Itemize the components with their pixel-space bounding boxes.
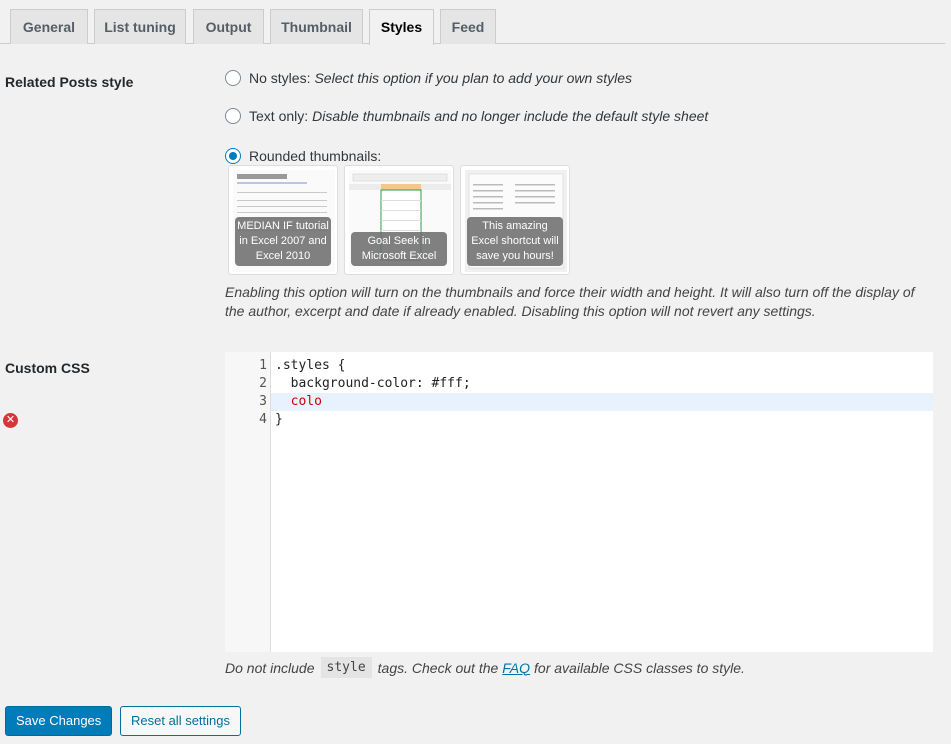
no-styles-radio[interactable]	[225, 70, 241, 86]
line-number: 4	[259, 412, 267, 427]
no-styles-desc: Select this option if you plan to add yo…	[314, 70, 632, 86]
code-line-text: .styles {	[275, 358, 346, 373]
line-number: 3	[259, 394, 267, 409]
code-line-text: }	[275, 412, 283, 427]
thumbnail-caption: This amazing Excel shortcut will save yo…	[467, 217, 563, 266]
error-icon[interactable]: ✕	[3, 413, 18, 428]
code-line-active[interactable]: colo	[271, 393, 933, 411]
line-number: 1	[259, 358, 267, 373]
thumbnail-median-if: MEDIAN IF tutorial in Excel 2007 and Exc…	[228, 165, 338, 275]
tab-styles[interactable]: Styles	[369, 9, 434, 45]
thumbnail-goal-seek: Goal Seek in Microsoft Excel	[344, 165, 454, 275]
tab-bar: General List tuning Output Thumbnail Sty…	[0, 0, 945, 45]
reset-settings-button[interactable]: Reset all settings	[120, 706, 241, 736]
tab-thumbnail[interactable]: Thumbnail	[270, 9, 363, 44]
thumbnail-caption: MEDIAN IF tutorial in Excel 2007 and Exc…	[235, 217, 331, 266]
related-posts-style-label: Related Posts style	[5, 74, 134, 90]
text-only-desc: Disable thumbnails and no longer include…	[312, 108, 709, 124]
code-line-text: colo	[275, 394, 322, 409]
rounded-thumbnails-name: Rounded thumbnails:	[249, 148, 382, 164]
tab-feed[interactable]: Feed	[440, 9, 496, 44]
tab-general[interactable]: General	[10, 9, 88, 44]
line-number: 2	[259, 376, 267, 391]
custom-css-label: Custom CSS	[5, 360, 90, 376]
tab-output[interactable]: Output	[193, 9, 264, 44]
code-line[interactable]: background-color: #fff;	[271, 375, 933, 393]
text-only-name: Text only:	[249, 108, 309, 124]
faq-link[interactable]: FAQ	[502, 660, 530, 676]
code-line-text: background-color: #fff;	[275, 376, 471, 391]
text-only-option[interactable]: Text only: Disable thumbnails and no lon…	[225, 106, 708, 126]
tab-list-tuning[interactable]: List tuning	[94, 9, 186, 44]
custom-css-editor[interactable]: .styles { background-color: #fff; colo }…	[225, 352, 933, 652]
no-styles-name: No styles:	[249, 70, 311, 86]
no-styles-option[interactable]: No styles: Select this option if you pla…	[225, 68, 632, 88]
thumbnail-caption: Goal Seek in Microsoft Excel	[351, 232, 447, 266]
thumbnail-preview: MEDIAN IF tutorial in Excel 2007 and Exc…	[228, 165, 576, 275]
rounded-thumbnails-option[interactable]: Rounded thumbnails:	[225, 146, 381, 166]
hint-code: style	[320, 657, 372, 678]
hint-text: Do not include	[225, 659, 315, 676]
code-line[interactable]: .styles {	[271, 357, 933, 375]
save-changes-button[interactable]: Save Changes	[5, 706, 113, 736]
hint-text: for available CSS classes to style.	[534, 659, 745, 676]
text-only-radio[interactable]	[225, 108, 241, 124]
thumbnail-excel-shortcut: This amazing Excel shortcut will save yo…	[460, 165, 570, 275]
rounded-thumbnails-radio[interactable]	[225, 148, 241, 164]
hint-text: tags. Check out the	[377, 659, 499, 676]
rounded-thumbnails-description: Enabling this option will turn on the th…	[225, 284, 915, 319]
css-hint: Do not include style tags. Check out the…	[225, 657, 745, 678]
code-line[interactable]: }	[271, 411, 933, 429]
